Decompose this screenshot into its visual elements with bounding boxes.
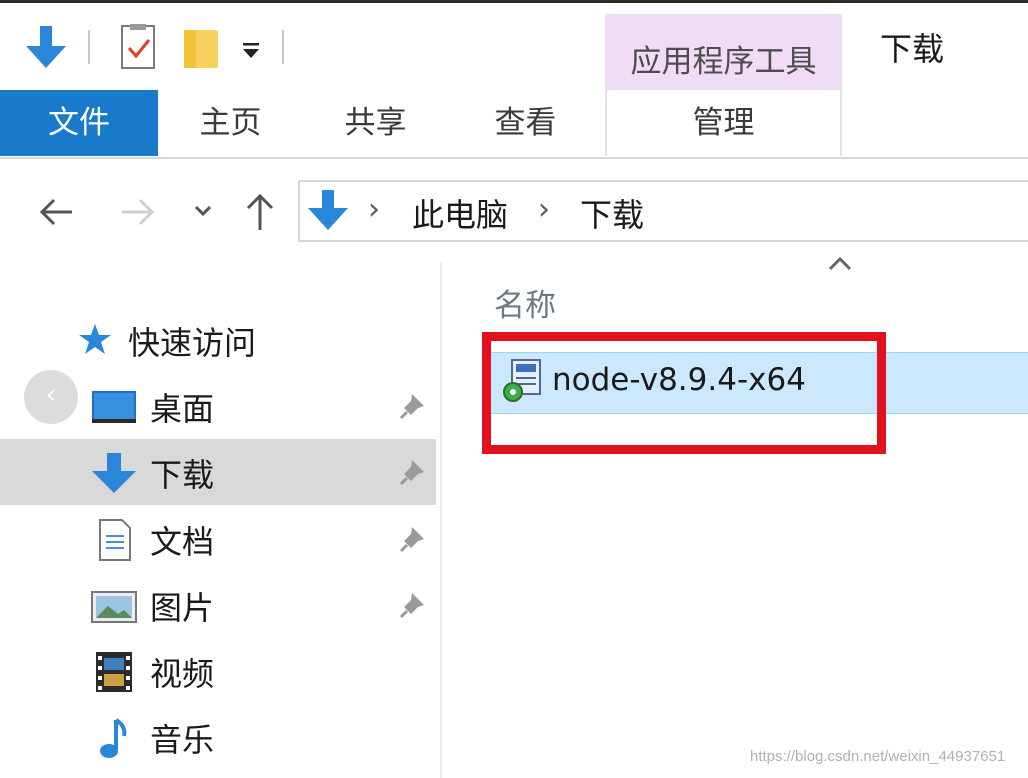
- toolbar-separator: [88, 30, 90, 64]
- sort-ascending-icon[interactable]: [826, 254, 854, 274]
- download-icon: [90, 451, 138, 495]
- download-location-icon: [304, 186, 352, 236]
- breadcrumb-downloads[interactable]: 下载: [580, 190, 644, 236]
- pin-icon[interactable]: [398, 590, 428, 620]
- highlight-annotation-box: [482, 332, 886, 454]
- breadcrumb-separator[interactable]: ›: [368, 192, 380, 227]
- star-icon: [76, 322, 114, 358]
- chevron-down-icon[interactable]: [188, 196, 218, 226]
- pin-icon[interactable]: [398, 524, 428, 554]
- sidebar-item-label: 桌面: [150, 390, 215, 428]
- tab-home[interactable]: 主页: [158, 90, 303, 156]
- music-icon: [90, 716, 138, 760]
- breadcrumb-separator[interactable]: ›: [538, 192, 550, 227]
- sidebar-item-label: 图片: [150, 589, 215, 627]
- sidebar-item-label: 文档: [150, 523, 215, 561]
- column-header-name[interactable]: 名称: [494, 280, 556, 325]
- desktop-icon: [90, 385, 138, 429]
- quick-access-label[interactable]: 快速访问: [128, 318, 256, 364]
- download-arrow-icon[interactable]: [22, 22, 70, 74]
- customize-dropdown-icon[interactable]: [240, 40, 262, 62]
- sidebar-item-videos[interactable]: 视频: [0, 638, 436, 704]
- contextual-tab-header: 应用程序工具: [605, 14, 842, 90]
- sidebar-item-label: 音乐: [150, 721, 215, 759]
- watermark-text: https://blog.csdn.net/weixin_44937651: [750, 748, 1006, 765]
- pictures-icon: [90, 584, 138, 628]
- forward-arrow-icon[interactable]: [118, 192, 158, 232]
- window-top-border: [0, 0, 1028, 3]
- sidebar-item-label: 视频: [150, 655, 215, 693]
- contextual-tab-header-label: 应用程序工具: [630, 44, 817, 80]
- properties-icon[interactable]: [118, 22, 160, 74]
- ribbon-divider: [0, 157, 1028, 159]
- breadcrumb-this-pc[interactable]: 此电脑: [412, 190, 508, 236]
- tab-file[interactable]: 文件: [0, 90, 158, 156]
- toolbar-separator: [282, 30, 284, 64]
- address-bar[interactable]: [298, 180, 1028, 242]
- pin-icon[interactable]: [398, 391, 428, 421]
- back-arrow-icon[interactable]: [36, 192, 76, 232]
- up-arrow-icon[interactable]: [240, 190, 280, 230]
- chevron-left-icon: ‹: [45, 380, 57, 410]
- ribbon-tab-bar: 文件 主页 共享 查看 管理: [0, 90, 1028, 158]
- tab-view[interactable]: 查看: [448, 90, 603, 156]
- sidebar-item-pictures[interactable]: 图片: [0, 572, 436, 638]
- document-icon: [90, 518, 138, 562]
- sidebar-item-music[interactable]: 音乐: [0, 704, 436, 770]
- tab-share[interactable]: 共享: [303, 90, 448, 156]
- tab-manage[interactable]: 管理: [605, 90, 842, 156]
- pin-icon[interactable]: [398, 457, 428, 487]
- video-icon: [90, 650, 138, 694]
- pane-splitter[interactable]: [440, 262, 442, 778]
- sidebar-item-documents[interactable]: 文档: [0, 506, 436, 572]
- sidebar-item-downloads[interactable]: 下载: [0, 439, 436, 505]
- new-folder-icon[interactable]: [180, 24, 222, 72]
- collapse-button[interactable]: ‹: [24, 370, 78, 424]
- window-title: 下载: [880, 30, 945, 68]
- sidebar-item-label: 下载: [150, 456, 215, 494]
